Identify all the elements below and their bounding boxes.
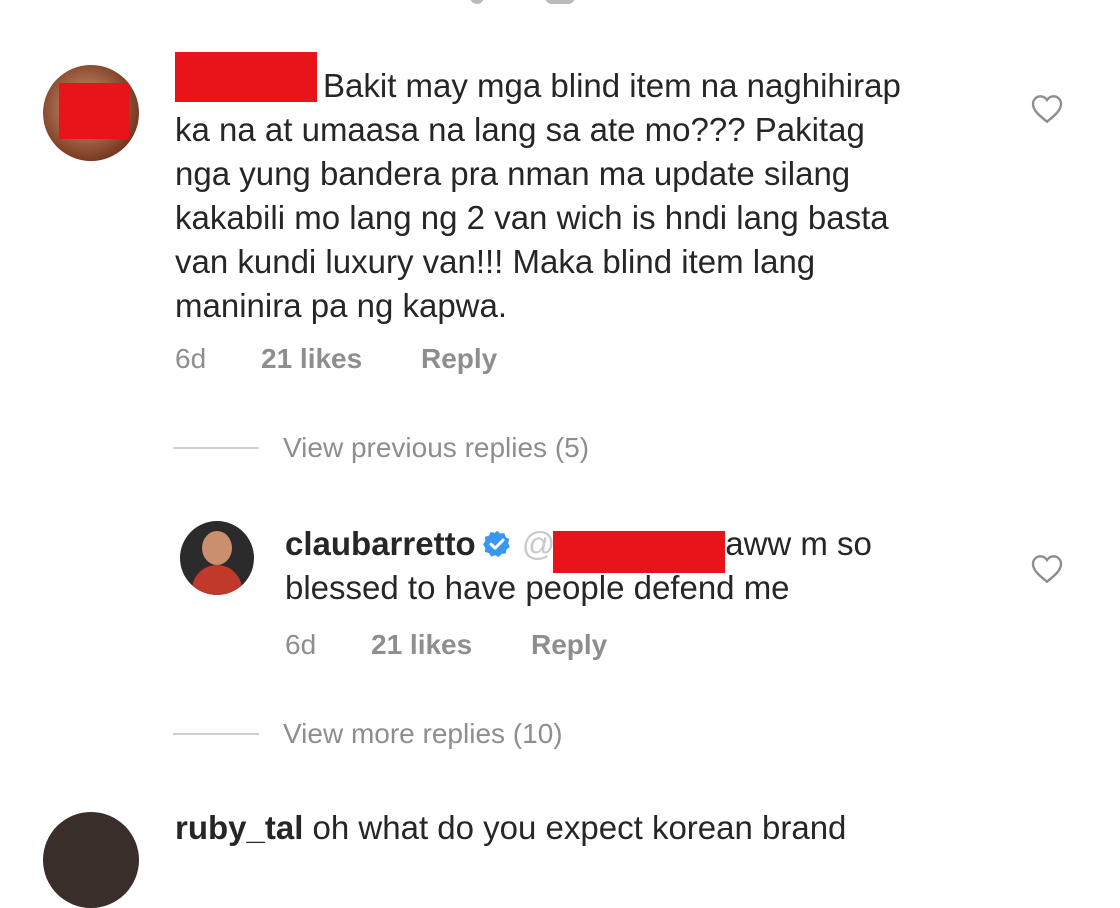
- reply-mention[interactable]: @: [522, 525, 556, 562]
- comment-line: kakabili mo lang ng 2 van wich is hndi l…: [175, 199, 889, 236]
- avatar-redaction: [59, 83, 129, 139]
- view-previous-replies-link[interactable]: View previous replies (5): [283, 432, 589, 464]
- view-more-replies-link[interactable]: View more replies (10): [283, 718, 563, 750]
- comment-2-body: oh what do you expect korean brand: [312, 809, 847, 846]
- mention-redaction: [553, 531, 725, 573]
- replies-divider: [173, 447, 259, 449]
- commenter-2-avatar[interactable]: [43, 812, 139, 908]
- reply-avatar[interactable]: [180, 521, 254, 595]
- top-cutoff: [0, 0, 1120, 6]
- heart-outline-icon: [1031, 555, 1063, 584]
- comment-line: nga yung bandera pra nman ma update sila…: [175, 155, 851, 192]
- reply-meta: 6d 21 likes Reply: [285, 629, 785, 665]
- comment-text: Bakit may mga blind item na naghihirap k…: [175, 64, 995, 328]
- commenter-avatar[interactable]: [43, 65, 139, 161]
- verified-badge-icon: [482, 530, 510, 557]
- comment-line: ka na at umaasa na lang sa ate mo??? Pak…: [175, 111, 865, 148]
- like-comment-button[interactable]: [1031, 94, 1063, 124]
- reply-username[interactable]: claubarretto: [285, 525, 476, 562]
- reply-line-text: aww m so: [725, 525, 872, 562]
- reply-likes[interactable]: 21 likes: [371, 629, 472, 661]
- reply-time[interactable]: 6d: [285, 629, 316, 661]
- reply-button[interactable]: Reply: [421, 343, 497, 375]
- comment-meta: 6d 21 likes Reply: [175, 343, 675, 379]
- comment-line: maninira pa ng kapwa.: [175, 287, 508, 324]
- like-reply-button[interactable]: [1031, 554, 1063, 584]
- comment-likes[interactable]: 21 likes: [261, 343, 362, 375]
- comment-2-text: ruby_tal oh what do you expect korean br…: [175, 806, 1075, 850]
- comment-line: Bakit may mga blind item na naghihirap: [323, 67, 901, 104]
- comment-line: van kundi luxury van!!! Maka blind item …: [175, 243, 816, 280]
- reply-reply-button[interactable]: Reply: [531, 629, 607, 661]
- heart-outline-icon: [1031, 95, 1063, 124]
- comment-time[interactable]: 6d: [175, 343, 206, 375]
- more-replies-divider: [173, 733, 259, 735]
- comment-2-username[interactable]: ruby_tal: [175, 809, 303, 846]
